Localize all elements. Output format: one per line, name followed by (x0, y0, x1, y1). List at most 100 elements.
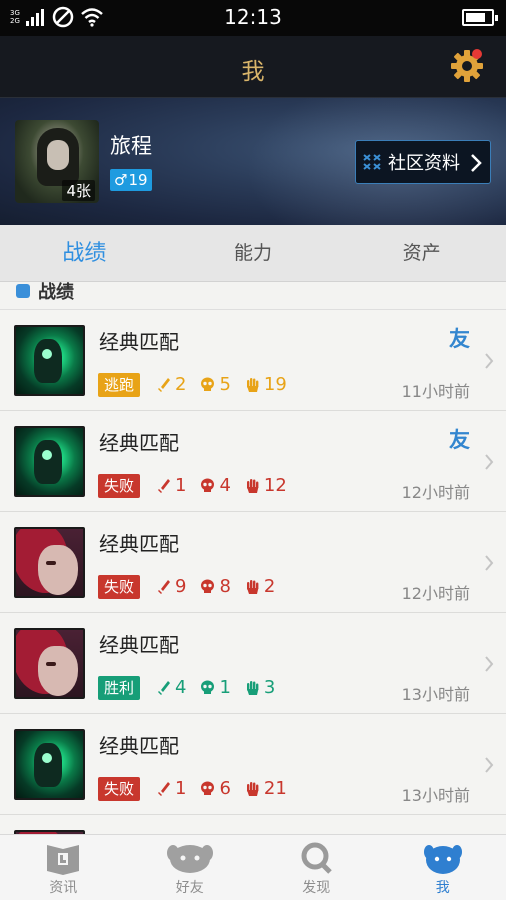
assists-stat: 12 (245, 475, 287, 496)
kda-stats: 1 4 12 (158, 475, 301, 496)
champion-portrait (14, 325, 85, 396)
champion-portrait (14, 729, 85, 800)
match-row[interactable]: 经典匹配胜利 4 1 3 13小时前 (0, 613, 506, 714)
friends-icon (166, 845, 213, 873)
match-time: 13小时前 (401, 786, 470, 805)
kills-stat: 4 (158, 677, 186, 698)
champion-portrait (14, 628, 85, 699)
chevron-right-icon (471, 154, 482, 172)
deaths-stat: 1 (200, 677, 231, 698)
match-row[interactable]: 经典匹配失败 1 6 21 13小时前 (0, 714, 506, 815)
match-time: 13小时前 (401, 685, 470, 704)
assists-value: 19 (263, 374, 287, 395)
champion-portrait (14, 426, 85, 497)
profile-header: 4张 旅程 ♂ 19 社区资料 (0, 98, 506, 225)
chevron-right-icon (485, 555, 494, 571)
chevron-right-icon (485, 353, 494, 369)
clock: 12:13 (224, 5, 282, 29)
sword-icon (158, 781, 170, 796)
avatar-face (47, 140, 69, 170)
kills-value: 4 (175, 677, 187, 698)
match-mode: 经典匹配 (99, 330, 179, 354)
sword-icon (158, 478, 170, 493)
section-header: 战绩 (0, 282, 506, 310)
kda-stats: 9 8 2 (158, 576, 289, 597)
skull-icon (201, 377, 215, 391)
kills-value: 1 (175, 475, 187, 496)
assists-value: 3 (263, 677, 276, 698)
page-title: 我 (241, 59, 265, 85)
nav-news-label: 资讯 (49, 880, 78, 896)
tab-ability[interactable]: 能力 (169, 225, 338, 281)
assists-value: 21 (263, 778, 287, 799)
match-row[interactable]: 经典匹配 友逃跑 2 5 19 11小时前 (0, 310, 506, 411)
assists-value: 12 (263, 475, 287, 496)
result-badge: 失败 (98, 777, 141, 801)
avatar[interactable]: 4张 (15, 120, 99, 203)
section-title: 战绩 (38, 282, 74, 303)
match-mode: 经典匹配 (99, 633, 179, 657)
nav-me[interactable]: 我 (380, 835, 506, 900)
deaths-stat: 6 (200, 778, 231, 799)
skull-icon (201, 781, 215, 795)
friend-badge: 友 (449, 327, 470, 351)
notification-dot (472, 49, 482, 59)
assists-stat: 19 (245, 374, 287, 395)
community-profile-button[interactable]: 社区资料 (355, 140, 491, 184)
tab-record[interactable]: 战绩 (0, 225, 169, 281)
kills-value: 9 (175, 576, 187, 597)
hand-icon (246, 781, 259, 796)
sword-icon (158, 377, 170, 392)
result-badge: 失败 (98, 575, 141, 599)
community-icon (363, 154, 381, 170)
status-bar: 3G 2G 12:13 (0, 0, 506, 36)
skull-icon (201, 680, 215, 694)
male-icon: ♂ (114, 171, 128, 189)
match-mode: 经典匹配 (99, 734, 179, 758)
hand-icon (246, 377, 259, 392)
news-icon (47, 845, 80, 875)
level-value: 19 (128, 171, 148, 189)
chevron-right-icon (485, 656, 494, 672)
match-list[interactable]: 战绩 经典匹配友逃跑 2 5 19 11小时前 经典匹配友失败 1 4 12 12小时前 经典匹配失… (0, 282, 506, 834)
friend-badge: 友 (449, 428, 470, 452)
title-bar: 我 (0, 36, 506, 98)
kda-stats: 2 5 19 (158, 374, 301, 395)
kills-value: 1 (175, 778, 187, 799)
hand-icon (246, 680, 259, 695)
result-badge: 失败 (98, 474, 141, 498)
discover-icon (301, 842, 333, 874)
battery-level (466, 13, 486, 22)
champion-portrait (14, 527, 85, 598)
match-mode: 经典匹配 (99, 532, 179, 556)
deaths-value: 4 (219, 475, 231, 496)
photo-count: 4张 (62, 180, 95, 201)
tab-assets[interactable]: 资产 (337, 225, 506, 281)
bottom-nav: 资讯 好友 发现 我 (0, 834, 506, 900)
tab-bar: 战绩 能力 资产 (0, 225, 506, 282)
assists-value: 2 (263, 576, 276, 597)
match-row[interactable]: 经典匹配 (0, 815, 506, 834)
assists-stat: 3 (245, 677, 275, 698)
battery-icon (462, 9, 498, 26)
deaths-value: 8 (219, 576, 231, 597)
result-badge: 逃跑 (98, 373, 141, 397)
gender-level-badge: ♂ 19 (110, 169, 152, 191)
nav-news[interactable]: 资讯 (0, 835, 127, 900)
deaths-value: 6 (219, 778, 231, 799)
nav-discover-label: 发现 (302, 880, 331, 896)
result-badge: 胜利 (98, 676, 141, 700)
skull-icon (201, 478, 215, 492)
nav-friends[interactable]: 好友 (127, 835, 254, 900)
nav-discover[interactable]: 发现 (253, 835, 380, 900)
chevron-right-icon (485, 757, 494, 773)
sword-icon (158, 579, 170, 594)
username: 旅程 (110, 134, 152, 158)
match-row[interactable]: 经典匹配 失败 9 8 2 12小时前 (0, 512, 506, 613)
match-row[interactable]: 经典匹配 友失败 1 4 12 12小时前 (0, 411, 506, 512)
nav-friends-label: 好友 (175, 880, 204, 896)
deaths-stat: 5 (200, 374, 231, 395)
deaths-value: 5 (219, 374, 231, 395)
community-button-label: 社区资料 (388, 153, 460, 174)
hand-icon (246, 579, 259, 594)
